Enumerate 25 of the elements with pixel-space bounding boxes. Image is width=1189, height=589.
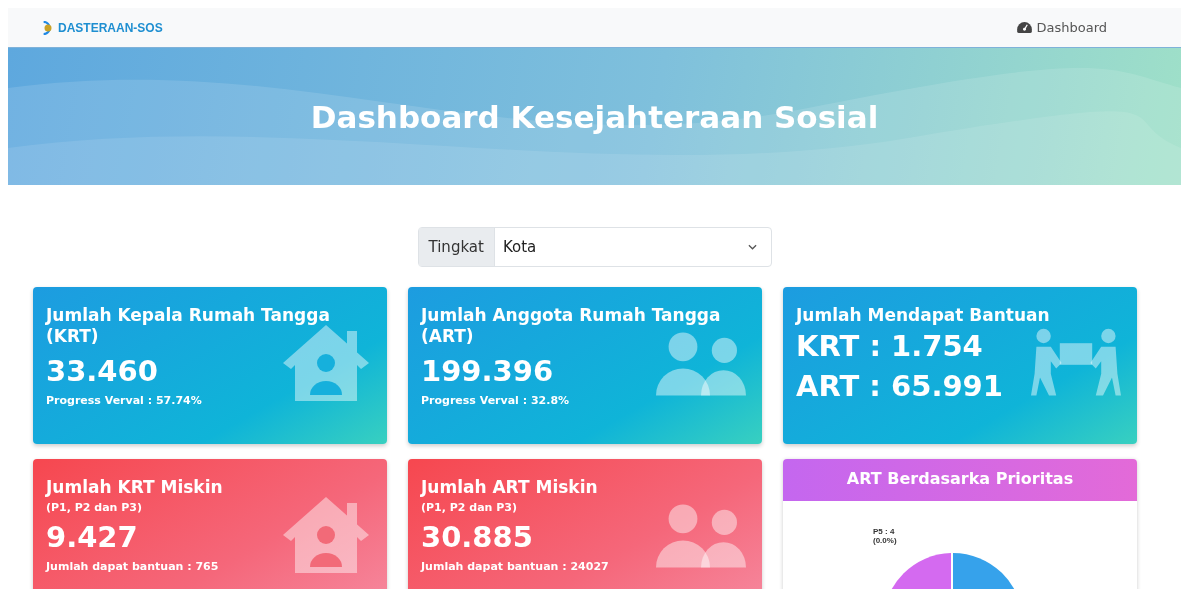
card-title: Jumlah KRT Miskin [46, 477, 224, 499]
page-title: Dashboard Kesejahteraan Sosial [310, 98, 879, 135]
card-footer-text: Jumlah dapat bantuan : 24027 [421, 560, 610, 574]
stat-value: 30.885 [421, 520, 534, 555]
card-title: Jumlah ART Miskin [421, 477, 599, 499]
pie-label: P5 : 4 [873, 528, 896, 537]
card-footer-text: Progress Verval : 57.74% [46, 393, 203, 407]
gauge-icon [1017, 22, 1033, 33]
card-title: Jumlah Anggota Rumah Tangga (ART) [421, 305, 721, 348]
house-user-icon [281, 323, 371, 403]
dashboard-link[interactable]: Dashboard [1017, 20, 1107, 35]
card-footer-text: Jumlah dapat bantuan : 765 [46, 560, 220, 574]
card-subtitle: (P1, P2 dan P3) [421, 501, 518, 515]
card-footer-text: Progress Verval : 32.8% [421, 393, 571, 407]
stat-value: 199.396 [421, 353, 555, 388]
card-title: Jumlah Kepala Rumah Tangga (KRT) [46, 305, 331, 348]
card-title: Jumlah Mendapat Bantuan [796, 305, 1051, 327]
house-user-icon [281, 495, 371, 575]
stat-value: KRT : 1.754 [796, 328, 984, 366]
stat-value: 33.460 [46, 353, 159, 388]
stat-value: 9.427 [46, 520, 139, 555]
pie-label: (0.0%) [873, 536, 897, 546]
stat-value: ART : 65.991 [796, 367, 1004, 405]
card-subtitle: (P1, P2 dan P3) [46, 501, 143, 515]
chart-title: ART Berdasarka Prioritas [783, 459, 1137, 501]
